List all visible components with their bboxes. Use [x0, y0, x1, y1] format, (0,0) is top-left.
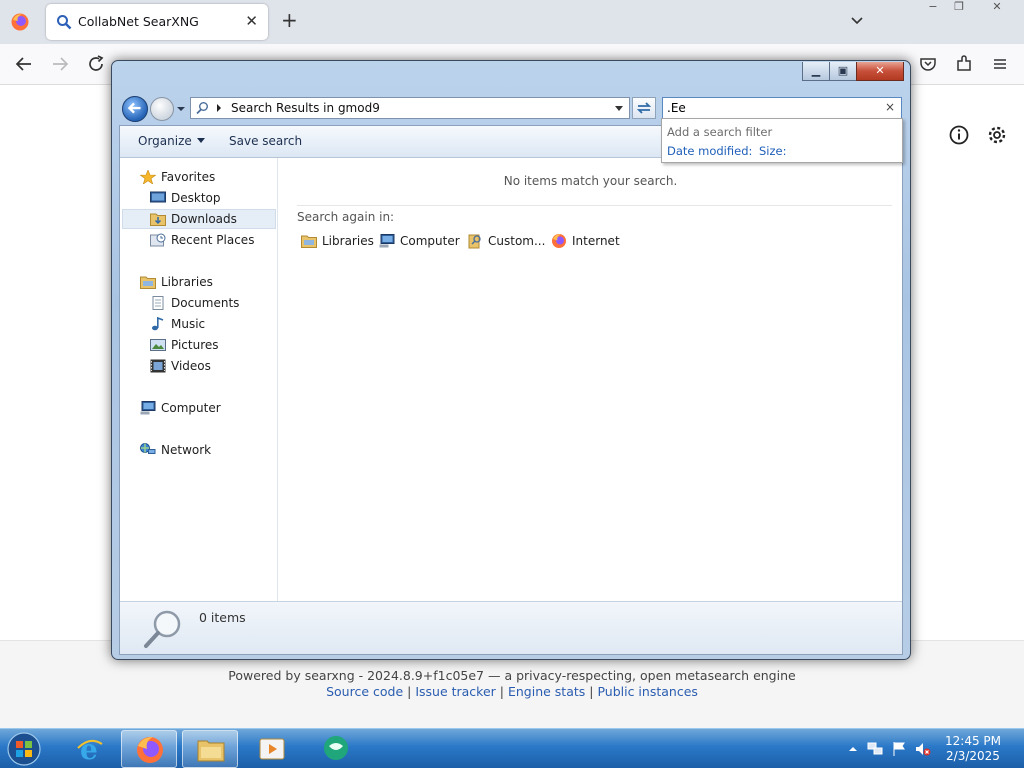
taskbar-clock[interactable]: 12:45 PM 2/3/2025: [936, 734, 1010, 764]
footer-link-public-instances[interactable]: Public instances: [597, 684, 697, 699]
footer-link-source-code[interactable]: Source code: [326, 684, 403, 699]
organize-label: Organize: [138, 134, 192, 148]
libraries-icon: [301, 235, 317, 248]
tab-close-icon[interactable]: ✕: [245, 12, 258, 30]
file-list-area[interactable]: No items match your search. Search again…: [279, 158, 902, 601]
footer-separator: |: [495, 684, 508, 699]
start-orb-icon[interactable]: [5, 731, 43, 767]
music-note-icon: [152, 317, 164, 331]
footer-powered-by: Powered by searxng - 2024.8.9+f1c05e7 — …: [228, 668, 796, 683]
taskbar-explorer[interactable]: [182, 730, 238, 768]
taskbar-media-player[interactable]: [244, 730, 300, 768]
clock-date: 2/3/2025: [946, 749, 1000, 763]
item-count: 0 items: [199, 610, 246, 625]
network-tray-icon[interactable]: [867, 741, 883, 757]
svg-text:e: e: [80, 734, 98, 764]
search-again-label: Search again in:: [297, 210, 395, 224]
explorer-minimize-button[interactable]: ▁: [802, 62, 830, 81]
folder-icon: [197, 740, 225, 762]
pocket-icon[interactable]: [918, 54, 938, 74]
search-filter-popup: Add a search filter Date modified: Size:: [661, 118, 903, 163]
refresh-button[interactable]: [632, 97, 656, 119]
explorer-client-area: Organize Save search Favorites Desktop D…: [119, 125, 903, 655]
network-icon: [140, 443, 156, 454]
browser-tab-bar: CollabNet SearXNG ✕ + − ❐ ✕: [0, 0, 1024, 44]
forward-arrow-icon[interactable]: [50, 54, 70, 74]
search-input[interactable]: [667, 99, 877, 117]
filter-date-modified[interactable]: Date modified:: [667, 144, 752, 158]
breadcrumb-arrow-icon[interactable]: [216, 103, 222, 113]
clear-search-icon[interactable]: ×: [885, 100, 895, 114]
firefox-icon: [137, 737, 163, 763]
search-box[interactable]: ×: [662, 97, 902, 119]
back-button[interactable]: [122, 96, 148, 122]
divider: [297, 205, 892, 206]
search-icon: [57, 15, 72, 30]
downloads-folder-icon: [150, 213, 166, 226]
filter-heading: Add a search filter: [667, 125, 773, 139]
browser-close-button[interactable]: ✕: [982, 0, 1012, 18]
empty-message: No items match your search.: [503, 174, 678, 188]
reload-icon[interactable]: [86, 54, 106, 74]
extensions-icon[interactable]: [954, 54, 974, 74]
taskbar: e 12:45 PM 2/3/2025: [0, 728, 1024, 768]
search-folder-icon: [196, 102, 208, 115]
filter-size[interactable]: Size:: [759, 144, 786, 158]
chat-bubble-icon: [324, 736, 348, 760]
details-pane: 0 items: [120, 601, 902, 654]
pictures-icon: [150, 339, 166, 351]
libraries-icon: [140, 276, 156, 289]
history-dropdown-icon[interactable]: [176, 104, 186, 114]
firefox-logo-icon[interactable]: [10, 12, 30, 32]
explorer-maximize-button[interactable]: ▣: [829, 62, 857, 81]
address-text: Search Results in gmod9: [231, 101, 380, 115]
clock-time: 12:45 PM: [945, 734, 1001, 748]
footer-separator: |: [585, 684, 598, 699]
explorer-window: ▁ ▣ ✕ Search Results in gmod9 × Add a se…: [111, 60, 911, 660]
navigation-pane: Favorites Desktop Downloads Recent Place…: [120, 158, 278, 601]
footer-links: Source code | Issue tracker | Engine sta…: [0, 684, 1024, 699]
internet-explorer-icon: e: [77, 734, 103, 764]
volume-muted-icon[interactable]: [915, 741, 931, 757]
computer-icon: [140, 401, 156, 415]
taskbar-internet-explorer[interactable]: e: [62, 730, 118, 768]
browser-tab-searxng[interactable]: CollabNet SearXNG ✕: [46, 4, 268, 40]
action-center-flag-icon[interactable]: [891, 741, 907, 757]
forward-button[interactable]: [150, 97, 174, 121]
back-arrow-icon: [127, 102, 141, 114]
info-icon[interactable]: [948, 124, 970, 146]
firefox-icon: [552, 234, 566, 248]
desktop-icon: [150, 191, 166, 203]
footer-link-engine-stats[interactable]: Engine stats: [508, 684, 585, 699]
chevron-down-icon: [196, 138, 205, 143]
documents-icon: [152, 296, 164, 310]
gear-icon[interactable]: [986, 124, 1008, 146]
chevron-down-icon[interactable]: [850, 14, 864, 28]
computer-icon: [379, 234, 395, 248]
show-hidden-icons-icon[interactable]: [845, 741, 861, 757]
refresh-icon: [636, 102, 652, 114]
recent-places-icon: [150, 233, 166, 247]
footer-separator: |: [403, 684, 416, 699]
custom-folder-icon: [468, 234, 481, 249]
explorer-close-button[interactable]: ✕: [856, 62, 904, 81]
new-tab-button[interactable]: +: [281, 10, 298, 30]
videos-icon: [150, 359, 166, 373]
address-dropdown-icon[interactable]: [615, 106, 623, 112]
restore-button[interactable]: ❐: [944, 0, 974, 18]
media-player-icon: [259, 738, 285, 760]
organize-button[interactable]: Organize: [138, 134, 205, 148]
footer-link-issue-tracker[interactable]: Issue tracker: [415, 684, 496, 699]
star-icon: [140, 170, 156, 184]
menu-icon[interactable]: [990, 54, 1010, 74]
magnifier-icon: [144, 610, 181, 648]
back-arrow-icon[interactable]: [14, 54, 34, 74]
taskbar-firefox[interactable]: [121, 730, 177, 768]
tab-title: CollabNet SearXNG: [78, 14, 199, 29]
save-search-button[interactable]: Save search: [229, 134, 302, 148]
address-bar[interactable]: Search Results in gmod9: [190, 97, 630, 119]
taskbar-app-green[interactable]: [308, 730, 364, 768]
